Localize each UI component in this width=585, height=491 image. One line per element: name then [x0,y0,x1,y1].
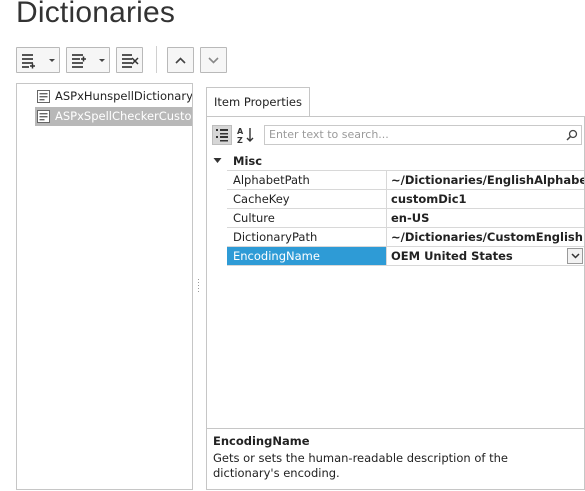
property-value[interactable]: ~/Dictionaries/EnglishAlphabet.txt [388,171,584,189]
move-down-button[interactable] [200,47,227,73]
property-name: EncodingName [227,247,387,265]
description-panel: EncodingName Gets or sets the human-read… [207,428,584,491]
property-value[interactable]: ~/Dictionaries/CustomEnglish.dic [388,228,584,246]
search-placeholder: Enter text to search... [269,128,389,141]
description-title: EncodingName [213,434,310,448]
add-item-icon [22,54,55,69]
property-value[interactable]: customDic1 [388,190,584,208]
list-item-label: ASPxHunspellDictionary [55,89,192,103]
property-row[interactable]: AlphabetPath ~/Dictionaries/EnglishAlpha… [227,171,584,190]
property-grid-panel: A Z Enter text to search... Misc Alphabe… [206,116,585,490]
svg-text:Z: Z [237,136,243,145]
category-misc[interactable]: Misc [207,152,584,170]
property-row[interactable]: CacheKey customDic1 [227,190,584,209]
dictionary-node-icon [37,110,50,123]
property-table: AlphabetPath ~/Dictionaries/EnglishAlpha… [227,170,584,266]
property-name: DictionaryPath [227,228,387,246]
description-text: Gets or sets the human-readable descript… [213,451,508,480]
page-title: Dictionaries [16,0,176,29]
property-row-selected[interactable]: EncodingName OEM United States [227,247,584,266]
property-name: CacheKey [227,190,387,208]
list-item-label: ASPxSpellCheckerCusto... [55,109,192,123]
dictionary-node-icon [37,90,50,103]
insert-item-icon [72,54,105,68]
sort-az-icon: A Z [237,127,254,145]
list-item[interactable]: ASPxHunspellDictionary [35,87,192,106]
chevron-down-icon [571,253,580,259]
categorized-icon [216,129,228,142]
move-up-icon [175,57,186,64]
property-name: AlphabetPath [227,171,387,189]
property-grid-toolbar: A Z Enter text to search... [207,117,584,153]
alphabetical-sort-button[interactable]: A Z [236,125,256,145]
dropdown-button[interactable] [567,248,583,264]
dictionary-list[interactable]: ASPxHunspellDictionary ASPxSpellCheckerC… [16,83,193,490]
add-item-button[interactable] [16,47,60,73]
list-item-selected[interactable]: ASPxSpellCheckerCusto... [35,107,192,126]
property-row[interactable]: DictionaryPath ~/Dictionaries/CustomEngl… [227,228,584,247]
remove-item-button[interactable] [116,47,143,73]
category-label: Misc [233,154,263,168]
splitter-grip-icon[interactable] [197,278,200,294]
property-name: Culture [227,209,387,227]
remove-item-icon [122,54,139,68]
property-search-input[interactable]: Enter text to search... [264,125,582,145]
property-value: OEM United States [391,249,513,263]
insert-item-button[interactable] [66,47,110,73]
categorized-button[interactable] [212,125,232,145]
toolbar-separator [156,46,157,73]
search-icon[interactable] [566,129,578,141]
property-row[interactable]: Culture en-US [227,209,584,228]
encoding-dropdown[interactable]: OEM United States [388,247,584,265]
move-down-icon [208,57,219,64]
svg-text:A: A [237,127,244,136]
tab-item-properties[interactable]: Item Properties [206,87,310,117]
property-value[interactable]: en-US [388,209,584,227]
collapse-triangle-icon[interactable] [213,157,222,165]
move-up-button[interactable] [167,47,194,73]
